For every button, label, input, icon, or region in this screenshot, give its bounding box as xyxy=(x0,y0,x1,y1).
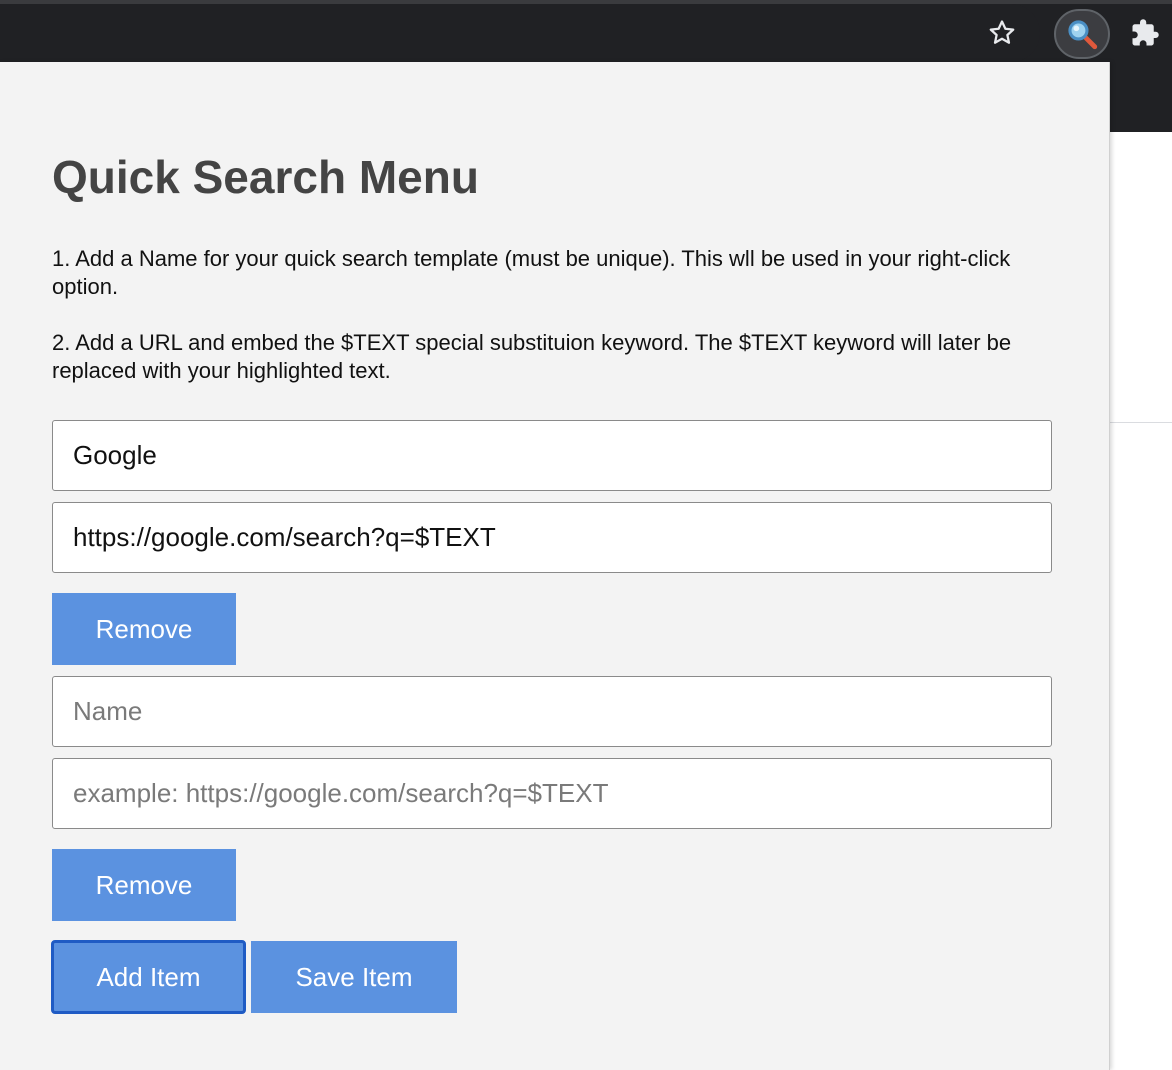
remove-button[interactable]: Remove xyxy=(52,593,236,665)
extension-popup: Quick Search Menu 1. Add a Name for your… xyxy=(0,62,1110,1070)
puzzle-piece-icon[interactable] xyxy=(1124,12,1166,54)
save-item-button[interactable]: Save Item xyxy=(251,941,457,1013)
bookmark-star-icon[interactable] xyxy=(983,14,1021,52)
page-divider xyxy=(1108,422,1172,423)
add-item-button[interactable]: Add Item xyxy=(51,940,246,1014)
url-field[interactable] xyxy=(52,502,1052,573)
page-title: Quick Search Menu xyxy=(52,151,479,203)
address-bar[interactable] xyxy=(0,4,1040,62)
remove-button[interactable]: Remove xyxy=(52,849,236,921)
instruction-url: 2. Add a URL and embed the $TEXT special… xyxy=(52,330,1012,383)
instruction-name: 1. Add a Name for your quick search temp… xyxy=(52,246,1011,299)
name-field[interactable] xyxy=(52,420,1052,491)
name-field[interactable] xyxy=(52,676,1052,747)
url-field[interactable] xyxy=(52,758,1052,829)
magnifier-icon[interactable] xyxy=(1054,9,1110,59)
